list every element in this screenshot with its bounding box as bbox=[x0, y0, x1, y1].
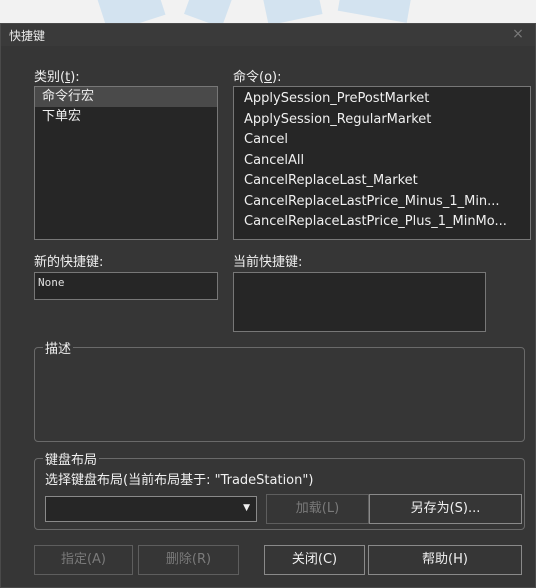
command-list[interactable]: ApplySession_PrePostMarket ApplySession_R… bbox=[233, 86, 531, 240]
command-item[interactable]: CancelReplaceLast_Market bbox=[234, 171, 530, 192]
select-layout-label: 选择键盘布局(当前布局基于: "TradeStation") bbox=[45, 473, 314, 488]
save-as-button[interactable]: 另存为(S)... bbox=[369, 494, 522, 524]
category-list[interactable]: 命令行宏 下单宏 bbox=[34, 86, 218, 240]
category-item[interactable]: 下单宏 bbox=[35, 107, 217, 127]
command-item[interactable]: CancelAll bbox=[234, 151, 530, 172]
command-item[interactable]: Cancel bbox=[234, 130, 530, 151]
command-label: 命令(o): bbox=[233, 70, 282, 85]
close-icon[interactable]: × bbox=[509, 25, 527, 43]
current-shortcut-list[interactable] bbox=[233, 272, 486, 332]
delete-button[interactable]: 删除(R) bbox=[138, 545, 239, 575]
new-shortcut-label: 新的快捷键: bbox=[34, 255, 104, 270]
close-button[interactable]: 关闭(C) bbox=[264, 545, 365, 575]
command-item[interactable]: CancelReplaceLastPrice_Plus_1_MinMo... bbox=[234, 212, 530, 233]
command-item[interactable]: ApplySession_RegularMarket bbox=[234, 110, 530, 131]
shortcut-dialog: 快捷键 × 类别(t): 命令行宏 下单宏 命令(o): ApplySession… bbox=[0, 23, 536, 588]
command-item[interactable]: CancelReplaceLastPrice_Minus_1_Min... bbox=[234, 192, 530, 213]
new-shortcut-field[interactable]: None bbox=[34, 272, 218, 300]
title-bar: 快捷键 × bbox=[1, 24, 535, 46]
command-item[interactable]: ApplySession_PrePostMarket bbox=[234, 89, 530, 110]
load-button[interactable]: 加载(L) bbox=[266, 494, 369, 524]
layout-combobox[interactable]: ▼ bbox=[45, 496, 257, 522]
chevron-down-icon: ▼ bbox=[243, 503, 250, 513]
dialog-title: 快捷键 bbox=[9, 29, 46, 43]
keyboard-layout-title: 键盘布局 bbox=[43, 449, 100, 468]
category-item[interactable]: 命令行宏 bbox=[35, 87, 217, 107]
assign-button[interactable]: 指定(A) bbox=[34, 545, 133, 575]
description-group bbox=[34, 347, 525, 442]
current-shortcut-label: 当前快捷键: bbox=[233, 255, 303, 270]
help-button[interactable]: 帮助(H) bbox=[368, 545, 522, 575]
category-label: 类别(t): bbox=[34, 70, 80, 85]
description-title: 描述 bbox=[43, 338, 74, 357]
